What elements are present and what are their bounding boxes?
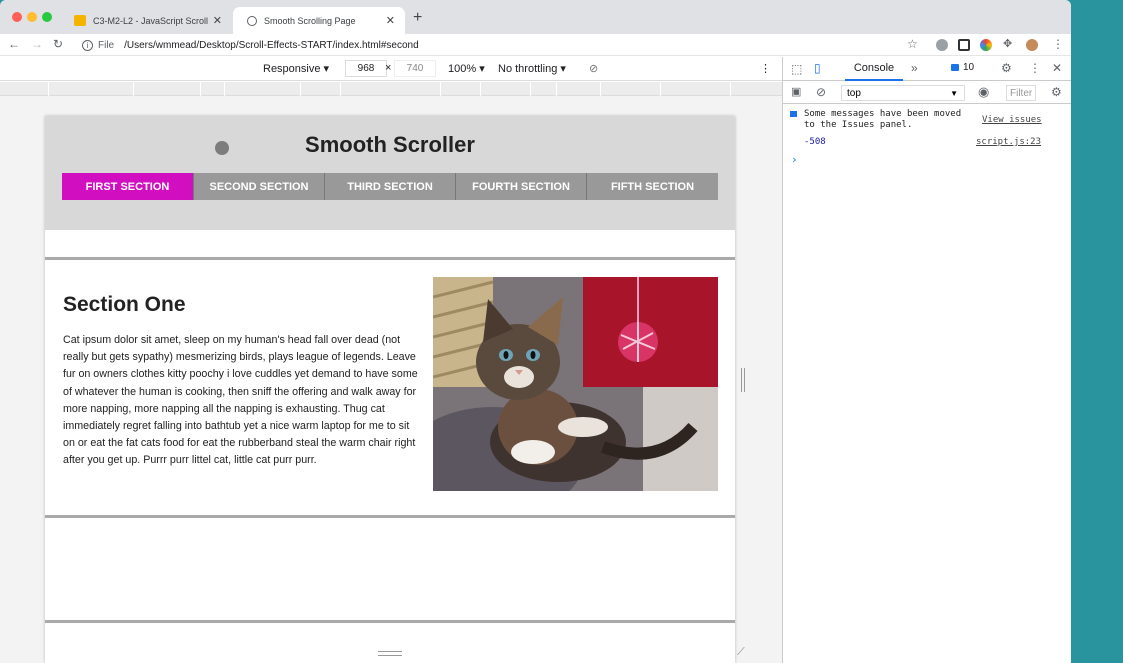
omnibox[interactable]: i File /Users/wmmead/Desktop/Scroll-Effe… <box>76 36 896 54</box>
more-tabs-icon[interactable]: » <box>911 61 918 75</box>
section-text: Cat ipsum dolor sit amet, sleep on my hu… <box>63 334 418 467</box>
site-header: Smooth Scroller FIRST SECTION SECOND SEC… <box>45 116 735 230</box>
site-title: Smooth Scroller <box>305 132 475 157</box>
height-input[interactable]: 740 <box>394 60 436 77</box>
section-divider <box>45 620 735 623</box>
tab-console[interactable]: Console <box>845 57 903 81</box>
emulated-page: Smooth Scroller FIRST SECTION SECOND SEC… <box>45 116 735 663</box>
file-label: File <box>98 39 115 51</box>
nav-third-section[interactable]: THIRD SECTION <box>325 173 456 200</box>
address-bar: ← → ↻ i File /Users/wmmead/Desktop/Scrol… <box>0 34 1071 56</box>
info-message-icon <box>790 111 797 117</box>
profile-avatar[interactable] <box>1026 39 1038 51</box>
device-options-icon[interactable]: ⋮ <box>760 62 771 75</box>
color-extension-icon[interactable] <box>980 39 992 51</box>
tab-smooth-scrolling[interactable]: Smooth Scrolling Page ✕ <box>233 7 405 34</box>
globe-icon <box>247 15 257 26</box>
console-message-line: Some messages have been moved <box>804 109 962 119</box>
devtools-menu-icon[interactable]: ⋮ <box>1029 61 1041 75</box>
tab-title: C3-M2-L2 - JavaScript Scroll <box>93 15 209 26</box>
viewport-resize-handle-bottom[interactable] <box>378 651 402 656</box>
message-icon <box>951 64 959 71</box>
slides-favicon-icon <box>74 15 86 26</box>
device-mode: Responsive <box>263 63 321 75</box>
reload-icon[interactable]: ↻ <box>53 37 63 51</box>
console-prompt[interactable]: › <box>791 153 798 166</box>
chevron-down-icon: ▼ <box>950 88 958 98</box>
close-window-button[interactable] <box>12 12 22 22</box>
view-issues-link[interactable]: View issues <box>982 115 1042 125</box>
inspect-element-icon[interactable]: ⬚ <box>791 62 802 76</box>
nav-fifth-section[interactable]: FIFTH SECTION <box>587 173 718 200</box>
console-message-line: to the Issues panel. <box>804 120 913 130</box>
devtools-toolbar: ⬚ ▯ Console » 10 ⚙ ⋮ ✕ <box>783 57 1071 81</box>
settings-gear-icon[interactable]: ⚙ <box>1001 61 1012 75</box>
tab-javascript-scroll[interactable]: C3-M2-L2 - JavaScript Scroll ✕ <box>60 7 232 34</box>
filter-input[interactable]: Filter <box>1006 85 1036 101</box>
throttling-dropdown[interactable]: No throttling ▾ <box>498 62 566 75</box>
viewport-resize-handle-right[interactable] <box>741 368 745 392</box>
close-devtools-icon[interactable]: ✕ <box>1052 61 1062 75</box>
tab-strip: C3-M2-L2 - JavaScript Scroll ✕ Smooth Sc… <box>0 0 1071 34</box>
new-tab-icon[interactable]: + <box>413 9 422 27</box>
tab-title: Smooth Scrolling Page <box>264 15 356 26</box>
section-divider <box>45 257 735 260</box>
context-value: top <box>847 87 861 99</box>
sidebar-toggle-icon[interactable]: ▣ <box>791 85 801 98</box>
clear-console-icon[interactable]: ⊘ <box>816 85 826 99</box>
nav-first-section[interactable]: FIRST SECTION <box>62 173 194 200</box>
puzzle-extensions-icon[interactable]: ✥ <box>1003 37 1012 50</box>
issues-badge[interactable]: 10 <box>951 62 974 73</box>
nav-fourth-section[interactable]: FOURTH SECTION <box>456 173 587 200</box>
url-text[interactable]: /Users/wmmead/Desktop/Scroll-Effects-STA… <box>124 40 419 51</box>
issues-count: 10 <box>963 62 975 73</box>
minimize-window-button[interactable] <box>27 12 37 22</box>
console-settings-gear-icon[interactable]: ⚙ <box>1051 85 1062 99</box>
section-divider <box>45 515 735 518</box>
bookmark-star-icon[interactable]: ☆ <box>907 37 918 51</box>
device-toolbar: Responsive ▾ 968 × 740 100% ▾ No throttl… <box>0 57 782 81</box>
device-toggle-icon[interactable]: ▯ <box>814 61 821 75</box>
nav-second-section[interactable]: SECOND SECTION <box>194 173 325 200</box>
zoom-dropdown[interactable]: 100% ▾ <box>448 62 485 75</box>
info-icon[interactable]: i <box>82 39 93 51</box>
responsive-dropdown[interactable]: Responsive ▾ <box>263 62 329 75</box>
viewport-resize-corner-icon[interactable]: ⟋ <box>737 646 745 659</box>
context-selector[interactable]: top ▼ <box>841 85 965 101</box>
forward-icon[interactable]: → <box>31 37 43 51</box>
console-log-value: -508 <box>804 137 826 147</box>
kitten-image <box>433 277 718 491</box>
maximize-window-button[interactable] <box>42 12 52 22</box>
kitten-photo-graphic <box>433 277 718 491</box>
section-title: Section One <box>63 293 186 316</box>
back-icon[interactable]: ← <box>8 37 20 51</box>
throttling-value: No throttling <box>498 63 558 75</box>
extension-icon[interactable] <box>936 39 948 51</box>
browser-menu-icon[interactable]: ⋮ <box>1052 37 1064 51</box>
rotate-icon[interactable]: ⊘ <box>589 62 598 75</box>
source-link[interactable]: script.js:23 <box>976 137 1041 147</box>
zoom-value: 100% <box>448 63 477 75</box>
live-expression-eye-icon[interactable]: ◉ <box>978 84 989 100</box>
section-nav: FIRST SECTION SECOND SECTION THIRD SECTI… <box>62 173 718 200</box>
dimension-separator: × <box>385 62 392 74</box>
media-query-ruler[interactable] <box>0 82 782 96</box>
width-input[interactable]: 968 <box>345 60 387 77</box>
console-toolbar: ▣ ⊘ top ▼ ◉ Filter ⚙ <box>783 82 1071 104</box>
console-message: Some messages have been moved to the Iss… <box>804 109 961 131</box>
browser-window: C3-M2-L2 - JavaScript Scroll ✕ Smooth Sc… <box>0 0 1071 663</box>
close-tab-icon[interactable]: ✕ <box>213 14 222 27</box>
notion-extension-icon[interactable] <box>958 39 970 51</box>
close-tab-icon[interactable]: ✕ <box>386 14 395 27</box>
devtools-panel: ⬚ ▯ Console » 10 ⚙ ⋮ ✕ ▣ ⊘ top ▼ ◉ Filte… <box>782 57 1071 663</box>
